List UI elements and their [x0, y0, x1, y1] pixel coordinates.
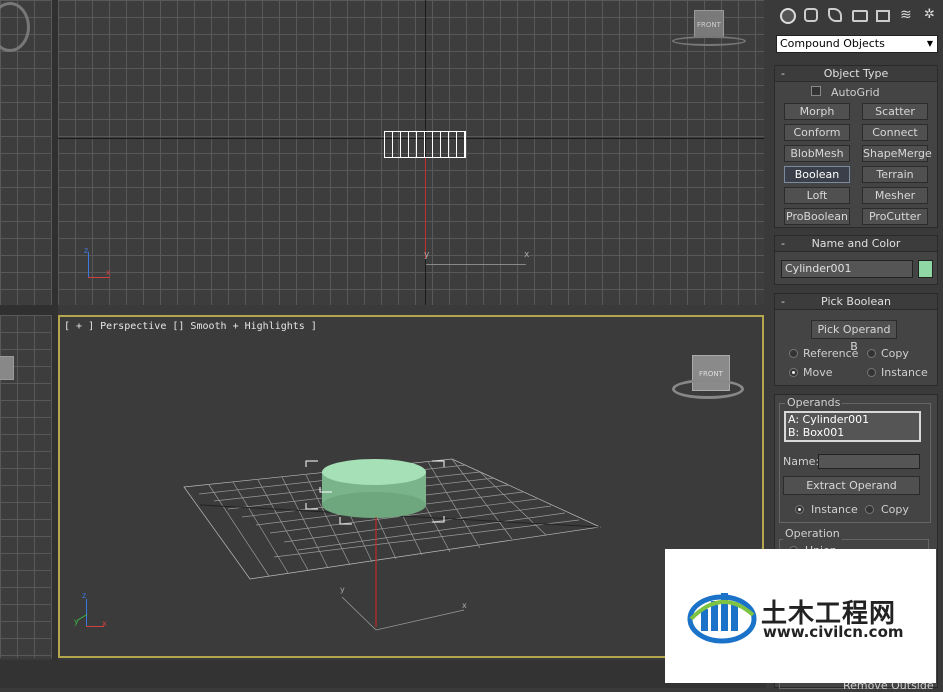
- pick-boolean-title: Pick Boolean: [821, 295, 891, 308]
- autogrid-checkbox[interactable]: [811, 86, 821, 96]
- category-dropdown[interactable]: Compound Objects ▼: [776, 35, 938, 53]
- cameras-icon[interactable]: [852, 10, 868, 22]
- extract-copy-label: Copy: [881, 503, 909, 516]
- category-dropdown-value: Compound Objects: [780, 37, 885, 50]
- lights-icon[interactable]: [828, 8, 842, 22]
- shapes-icon[interactable]: [804, 8, 818, 22]
- left-bottom-viewcube[interactable]: [0, 356, 14, 380]
- scatter-button[interactable]: Scatter: [862, 103, 928, 120]
- name-color-title: Name and Color: [811, 237, 901, 250]
- object-type-rollout: - Object Type AutoGrid Morph Scatter Conf…: [774, 65, 938, 228]
- persp-viewcube-ring[interactable]: [672, 379, 744, 399]
- reference-radio[interactable]: [789, 349, 798, 358]
- systems-icon[interactable]: ✲: [924, 8, 938, 22]
- helpers-icon[interactable]: [876, 10, 890, 22]
- pick-operand-b-button[interactable]: Pick Operand B: [811, 320, 897, 353]
- pivot-grid-line: [426, 264, 526, 265]
- move-radio[interactable]: [789, 368, 798, 377]
- object-type-title: Object Type: [823, 67, 889, 80]
- command-panel-tabs: ≋ ✲: [778, 6, 938, 26]
- extract-instance-radio[interactable]: [795, 505, 804, 514]
- extract-copy-radio[interactable]: [865, 505, 874, 514]
- conform-button[interactable]: Conform: [784, 124, 850, 141]
- instance-radio[interactable]: [867, 368, 876, 377]
- copy-label: Copy: [881, 347, 909, 360]
- reference-label: Reference: [803, 347, 859, 360]
- operand-b-item[interactable]: B: Box001: [786, 426, 919, 439]
- operand-a-item[interactable]: A: Cylinder001: [786, 413, 919, 426]
- boolean-button[interactable]: Boolean: [784, 166, 850, 183]
- spacewarps-icon[interactable]: ≋: [900, 8, 916, 22]
- blobmesh-button[interactable]: BlobMesh: [784, 145, 850, 162]
- object-type-header[interactable]: - Object Type: [775, 66, 937, 82]
- persp-viewcube-label: FRONT: [699, 370, 723, 378]
- move-label: Move: [803, 366, 833, 379]
- morph-button[interactable]: Morph: [784, 103, 850, 120]
- pick-boolean-header[interactable]: - Pick Boolean: [775, 294, 937, 310]
- extract-instance-label: Instance: [811, 503, 858, 516]
- object-color-swatch[interactable]: [918, 260, 933, 278]
- name-color-header[interactable]: - Name and Color: [775, 236, 937, 252]
- instance-label: Instance: [881, 366, 928, 379]
- top-viewport[interactable]: y x z x FRONT: [58, 0, 764, 305]
- object-name-field[interactable]: Cylinder001: [781, 260, 913, 278]
- loft-button[interactable]: Loft: [784, 187, 850, 204]
- perspective-scene: y x: [183, 458, 602, 631]
- operand-name-label: Name:: [783, 455, 820, 468]
- create-geometry-icon[interactable]: [780, 8, 796, 24]
- svg-text:y: y: [340, 585, 345, 594]
- operation-label: Operation: [783, 527, 842, 540]
- watermark-url: www.civilcn.com: [763, 623, 904, 641]
- status-bar: [0, 660, 774, 688]
- watermark-logo: [687, 593, 757, 644]
- svg-text:x: x: [462, 601, 467, 610]
- top-viewcube-ring[interactable]: [672, 36, 746, 46]
- left-bottom-viewport-gap: [0, 305, 58, 315]
- axis-tripod-persp: z x y: [74, 591, 107, 628]
- copy-radio[interactable]: [867, 349, 876, 358]
- autogrid-label: AutoGrid: [831, 86, 880, 99]
- axis-tripod-top: z x: [84, 246, 111, 278]
- operand-name-field[interactable]: [818, 454, 920, 469]
- top-viewcube[interactable]: FRONT: [694, 10, 724, 38]
- pick-boolean-rollout: - Pick Boolean Pick Operand B Reference C…: [774, 293, 938, 386]
- perspective-viewport[interactable]: [ + ] Perspective [] Smooth + Highlights…: [58, 315, 764, 658]
- proboolean-button[interactable]: ProBoolean: [784, 208, 850, 225]
- cylinder001-mesh: [322, 459, 426, 518]
- procutter-button[interactable]: ProCutter: [862, 208, 928, 225]
- chevron-down-icon: ▼: [926, 39, 933, 48]
- operands-list[interactable]: A: Cylinder001 B: Box001: [784, 411, 921, 442]
- selection-axis-y: [425, 158, 426, 258]
- top-viewcube-label: FRONT: [697, 21, 721, 29]
- terrain-button[interactable]: Terrain: [862, 166, 928, 183]
- box-wireframe-top[interactable]: [384, 131, 466, 158]
- axis-label-y: y: [424, 250, 430, 260]
- connect-button[interactable]: Connect: [862, 124, 928, 141]
- axis-label-x: x: [524, 250, 530, 260]
- extract-operand-button[interactable]: Extract Operand: [783, 476, 920, 495]
- shapemerge-button[interactable]: ShapeMerge: [862, 145, 932, 162]
- pivot-plane: [341, 596, 465, 631]
- operands-label: Operands: [785, 396, 843, 409]
- mesher-button[interactable]: Mesher: [862, 187, 928, 204]
- watermark: 土木工程网 www.civilcn.com: [665, 549, 936, 683]
- name-color-rollout: - Name and Color Cylinder001: [774, 235, 938, 285]
